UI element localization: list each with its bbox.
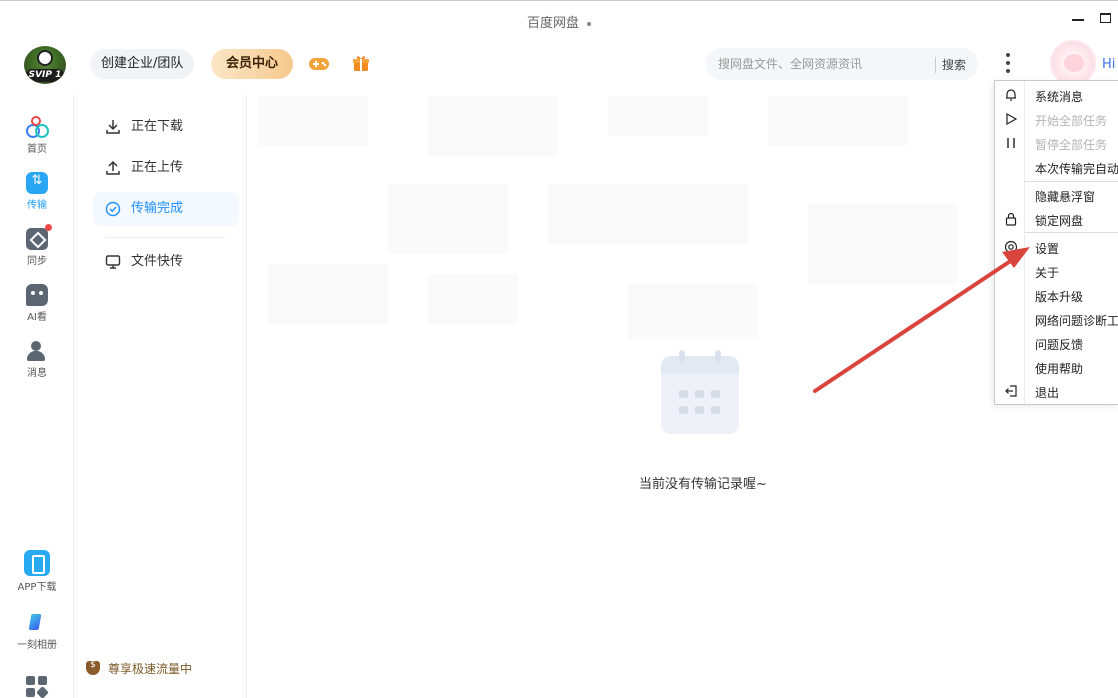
nav-label: 消息 bbox=[27, 368, 47, 379]
transfer-main-area: 当前没有传输记录喔~ bbox=[248, 94, 1118, 698]
empty-calendar-icon bbox=[661, 350, 739, 434]
menu-item-upgrade[interactable]: 版本升级 bbox=[1035, 288, 1083, 305]
menu-item-network-diagnosis[interactable]: 网络问题诊断工 bbox=[1035, 312, 1118, 329]
menu-separator bbox=[1025, 232, 1118, 233]
nav-label: 传输 bbox=[27, 200, 47, 211]
menu-item-auto-after-transfer[interactable]: 本次传输完自动 bbox=[1035, 160, 1118, 177]
nav-label: 一刻相册 bbox=[17, 640, 57, 651]
more-menu-icon[interactable] bbox=[1000, 51, 1016, 77]
nav-item-more-apps[interactable] bbox=[0, 676, 74, 698]
pause-icon bbox=[1007, 138, 1015, 148]
subnav-label: 正在下载 bbox=[131, 119, 184, 134]
subnav-item-quick-transfer[interactable]: 文件快传 bbox=[93, 245, 239, 279]
message-icon bbox=[26, 340, 48, 362]
menu-item-start-all[interactable]: 开始全部任务 bbox=[1035, 112, 1107, 129]
nav-item-message[interactable]: 消息 bbox=[0, 340, 74, 379]
background-watermark bbox=[248, 94, 978, 344]
lock-icon bbox=[1005, 212, 1017, 226]
menu-item-settings[interactable]: 设置 bbox=[1035, 240, 1059, 257]
nav-label: APP下载 bbox=[17, 582, 57, 593]
subnav-label: 文件快传 bbox=[131, 254, 184, 269]
menu-item-pause-all[interactable]: 暂停全部任务 bbox=[1035, 136, 1107, 153]
user-logo[interactable]: SVIP 1 bbox=[24, 46, 66, 84]
more-dot bbox=[1006, 69, 1010, 73]
nav-label: 首页 bbox=[27, 144, 47, 155]
left-nav: 首页 传输 同步 AI看 消息 APP下载 一刻相册 bbox=[0, 94, 74, 698]
more-dot bbox=[1006, 61, 1010, 65]
football-icon bbox=[37, 50, 53, 66]
gift-icon[interactable] bbox=[352, 54, 370, 72]
settings-icon bbox=[1004, 240, 1018, 254]
header: SVIP 1 创建企业/团队 会员中心 搜索 Hi bbox=[0, 36, 1118, 94]
search-box: 搜索 bbox=[706, 48, 978, 80]
check-circle-icon bbox=[105, 201, 121, 217]
menu-item-lock-drive[interactable]: 锁定网盘 bbox=[1035, 212, 1083, 229]
ai-icon bbox=[26, 284, 48, 306]
transfer-subnav: 正在下载 正在上传 传输完成 文件快传 bbox=[75, 94, 247, 698]
menu-item-help[interactable]: 使用帮助 bbox=[1035, 360, 1083, 377]
menu-item-feedback[interactable]: 问题反馈 bbox=[1035, 336, 1083, 353]
minimize-button[interactable] bbox=[1072, 9, 1086, 27]
subnav-divider bbox=[105, 237, 225, 238]
transfer-icon bbox=[26, 172, 48, 194]
menu-item-system-messages[interactable]: 系统消息 bbox=[1035, 88, 1083, 105]
nav-item-ai[interactable]: AI看 bbox=[0, 284, 74, 323]
svip-badge: SVIP 1 bbox=[26, 69, 64, 82]
phone-icon bbox=[24, 550, 50, 576]
avatar-face bbox=[1064, 54, 1084, 72]
search-button[interactable]: 搜索 bbox=[942, 56, 966, 73]
gamepad-icon[interactable] bbox=[308, 56, 330, 72]
nav-item-home[interactable]: 首页 bbox=[0, 116, 74, 155]
exit-icon bbox=[1005, 385, 1017, 397]
search-input[interactable] bbox=[718, 48, 928, 80]
empty-state-text: 当前没有传输记录喔~ bbox=[639, 477, 767, 492]
title-dot bbox=[587, 21, 591, 26]
subnav-label: 正在上传 bbox=[131, 160, 184, 175]
nav-label: AI看 bbox=[27, 312, 47, 323]
nav-item-sync[interactable]: 同步 bbox=[0, 224, 74, 267]
notification-dot bbox=[45, 224, 52, 231]
play-icon bbox=[1006, 112, 1018, 126]
subnav-item-completed[interactable]: 传输完成 bbox=[93, 192, 239, 226]
apps-grid-icon bbox=[26, 676, 48, 698]
menu-item-about[interactable]: 关于 bbox=[1035, 264, 1059, 281]
subnav-item-downloading[interactable]: 正在下载 bbox=[93, 110, 239, 144]
speed-tip-text: 尊享极速流量中 bbox=[108, 662, 193, 676]
speed-tip[interactable]: 尊享极速流量中 bbox=[86, 660, 192, 677]
search-divider bbox=[935, 57, 936, 73]
menu-item-hide-float-window[interactable]: 隐藏悬浮窗 bbox=[1035, 188, 1095, 205]
download-icon bbox=[106, 120, 120, 134]
sync-icon bbox=[26, 224, 52, 250]
nav-label: 同步 bbox=[27, 256, 47, 267]
bell-icon bbox=[1006, 89, 1016, 101]
greeting-text: Hi bbox=[1102, 57, 1116, 72]
speed-gem-icon bbox=[86, 660, 100, 675]
create-team-button[interactable]: 创建企业/团队 bbox=[90, 49, 195, 79]
menu-separator bbox=[1025, 181, 1118, 182]
more-dot bbox=[1006, 53, 1010, 57]
nav-item-transfer[interactable]: 传输 bbox=[0, 172, 74, 211]
upload-icon bbox=[106, 160, 120, 175]
title-bar: 百度网盘 bbox=[0, 0, 1118, 36]
nav-item-album[interactable]: 一刻相册 bbox=[0, 612, 74, 651]
monitor-icon bbox=[105, 255, 121, 269]
window-title: 百度网盘 bbox=[0, 12, 1118, 31]
maximize-button[interactable] bbox=[1100, 13, 1111, 23]
nav-item-app-download[interactable]: APP下载 bbox=[0, 550, 74, 593]
subnav-label: 传输完成 bbox=[131, 201, 184, 216]
subnav-item-uploading[interactable]: 正在上传 bbox=[93, 151, 239, 185]
home-icon bbox=[26, 116, 49, 138]
menu-item-exit[interactable]: 退出 bbox=[1035, 384, 1059, 401]
more-dropdown-menu: 系统消息 开始全部任务 暂停全部任务 本次传输完自动 隐藏悬浮窗 锁定网盘 设置… bbox=[994, 80, 1118, 405]
album-icon bbox=[26, 612, 48, 634]
vip-center-button[interactable]: 会员中心 bbox=[211, 49, 293, 79]
window-title-text: 百度网盘 bbox=[526, 16, 579, 31]
